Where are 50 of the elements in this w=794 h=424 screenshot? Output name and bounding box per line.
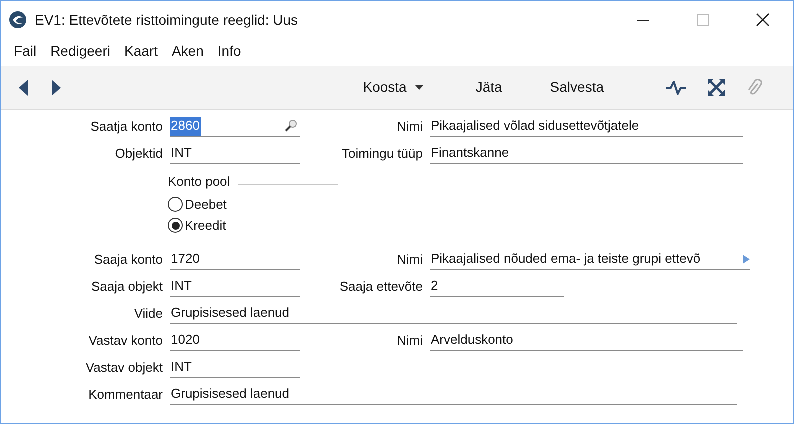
search-icon[interactable] bbox=[284, 119, 298, 133]
app-logo-icon bbox=[9, 11, 27, 29]
field-label: Vastav konto bbox=[88, 332, 163, 350]
paperclip-icon[interactable] bbox=[747, 78, 763, 96]
radio-button[interactable] bbox=[168, 197, 183, 212]
menu-item[interactable]: Aken bbox=[164, 40, 211, 62]
field-label: Vastav objekt bbox=[84, 358, 163, 377]
forward-arrow-icon[interactable] bbox=[52, 80, 61, 96]
radio-button[interactable] bbox=[168, 218, 183, 233]
input-field[interactable]: Grupisisesed laenud bbox=[170, 304, 737, 324]
fullscreen-icon[interactable] bbox=[708, 79, 725, 96]
input-field[interactable]: 2 bbox=[430, 276, 564, 296]
field-label: Saaja objekt bbox=[90, 278, 163, 296]
input-field[interactable]: Pikaajalised nõuded ema- ja teiste grupi ettevõ bbox=[430, 250, 750, 270]
back-arrow-icon[interactable] bbox=[19, 80, 28, 96]
field-label: Saatja konto bbox=[90, 118, 163, 136]
pulse-icon[interactable] bbox=[666, 80, 686, 94]
field-label: Nimi bbox=[396, 250, 423, 269]
input-field[interactable]: 1720 bbox=[170, 250, 300, 270]
field-label: Nimi bbox=[396, 118, 423, 136]
input-field[interactable]: Pikaajalised võlad sidusettevõtjatele bbox=[430, 116, 743, 136]
caret-icon bbox=[414, 85, 424, 90]
menu-item[interactable]: Fail bbox=[7, 40, 44, 62]
group-label: Konto pool bbox=[168, 173, 230, 192]
field-label: Saaja konto bbox=[93, 250, 163, 269]
radio-option[interactable]: Kreedit bbox=[168, 215, 793, 236]
menu-item[interactable]: Kaart bbox=[118, 40, 165, 62]
field-label: Viide bbox=[133, 304, 163, 323]
dropdown-button[interactable]: Koosta bbox=[355, 77, 432, 98]
input-field[interactable]: Finantskanne bbox=[430, 144, 743, 164]
toolbar-button[interactable]: Jäta bbox=[472, 77, 506, 98]
input-field[interactable]: 1020 bbox=[170, 330, 300, 350]
close-icon bbox=[756, 13, 770, 27]
input-field[interactable]: INT bbox=[170, 144, 300, 164]
input-field[interactable]: Grupisisesed laenud bbox=[170, 384, 737, 404]
field-label: Toimingu tüüp bbox=[341, 144, 423, 163]
field-label: Nimi bbox=[396, 332, 423, 350]
menu-item[interactable]: Redigeeri bbox=[44, 40, 118, 62]
field-label: Kommentaar bbox=[88, 386, 163, 404]
input-field[interactable]: INT bbox=[170, 358, 300, 378]
field-label: Objektid bbox=[114, 144, 163, 163]
menu-item[interactable]: Info bbox=[210, 40, 248, 62]
radio-option[interactable]: Deebet bbox=[168, 194, 793, 215]
field-label: Saaja ettevõte bbox=[338, 278, 423, 296]
window-title: EV1: Ettevõtete risttoimingute reeglid: Uus bbox=[35, 10, 298, 30]
input-field[interactable]: INT bbox=[170, 276, 300, 296]
input-field[interactable]: 2860 bbox=[170, 116, 300, 136]
toolbar-button[interactable]: Salvesta bbox=[546, 77, 608, 98]
overflow-arrow-icon bbox=[743, 254, 750, 264]
input-field[interactable]: Arvelduskonto bbox=[430, 330, 743, 350]
